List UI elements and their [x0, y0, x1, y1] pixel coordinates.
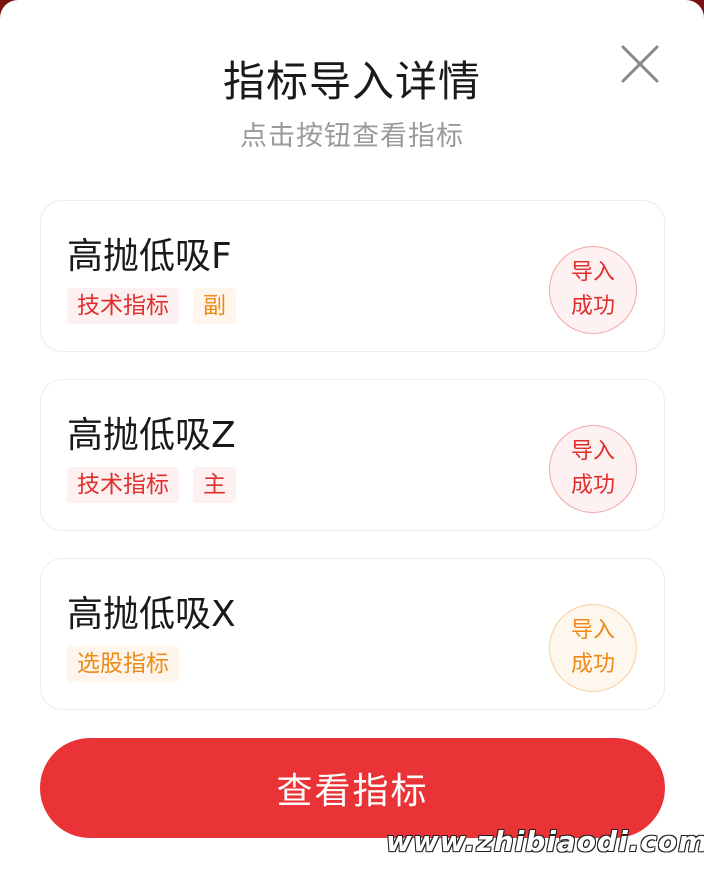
dialog-subtitle: 点击按钮查看指标 — [240, 121, 464, 152]
import-details-dialog: 指标导入详情 点击按钮查看指标 高抛低吸F 技术指标 副 导入 成功 高抛低吸Z… — [0, 0, 704, 876]
indicator-name: 高抛低吸X — [67, 594, 236, 635]
stamp-line-1: 导入 — [570, 439, 615, 464]
stamp-line-2: 成功 — [570, 294, 615, 319]
category-tag: 技术指标 — [67, 467, 179, 503]
category-tag: 技术指标 — [67, 288, 179, 324]
type-tag: 主 — [193, 467, 236, 503]
tag-group: 技术指标 主 — [67, 467, 236, 503]
stamp-line-2: 成功 — [570, 652, 615, 677]
indicator-list: 高抛低吸F 技术指标 副 导入 成功 高抛低吸Z 技术指标 主 导入 成功 高抛… — [40, 200, 665, 737]
tag-group: 选股指标 — [67, 646, 179, 682]
indicator-name: 高抛低吸F — [67, 236, 232, 277]
indicator-card: 高抛低吸Z 技术指标 主 导入 成功 — [40, 379, 665, 531]
dialog-title: 指标导入详情 — [222, 57, 481, 106]
import-success-stamp: 导入 成功 — [549, 425, 637, 513]
import-success-stamp: 导入 成功 — [549, 604, 637, 692]
indicator-card: 高抛低吸X 选股指标 导入 成功 — [40, 558, 665, 710]
view-indicators-button[interactable]: 查看指标 — [40, 738, 665, 838]
indicator-card: 高抛低吸F 技术指标 副 导入 成功 — [40, 200, 665, 352]
type-tag: 副 — [193, 288, 236, 324]
indicator-name: 高抛低吸Z — [67, 415, 236, 456]
stamp-line-1: 导入 — [570, 618, 615, 643]
stamp-line-2: 成功 — [570, 473, 615, 498]
close-icon[interactable] — [620, 44, 660, 84]
stamp-line-1: 导入 — [570, 260, 615, 285]
watermark: www.zhibiaodi.com — [386, 825, 704, 858]
tag-group: 技术指标 副 — [67, 288, 236, 324]
import-success-stamp: 导入 成功 — [549, 246, 637, 334]
category-tag: 选股指标 — [67, 646, 179, 682]
